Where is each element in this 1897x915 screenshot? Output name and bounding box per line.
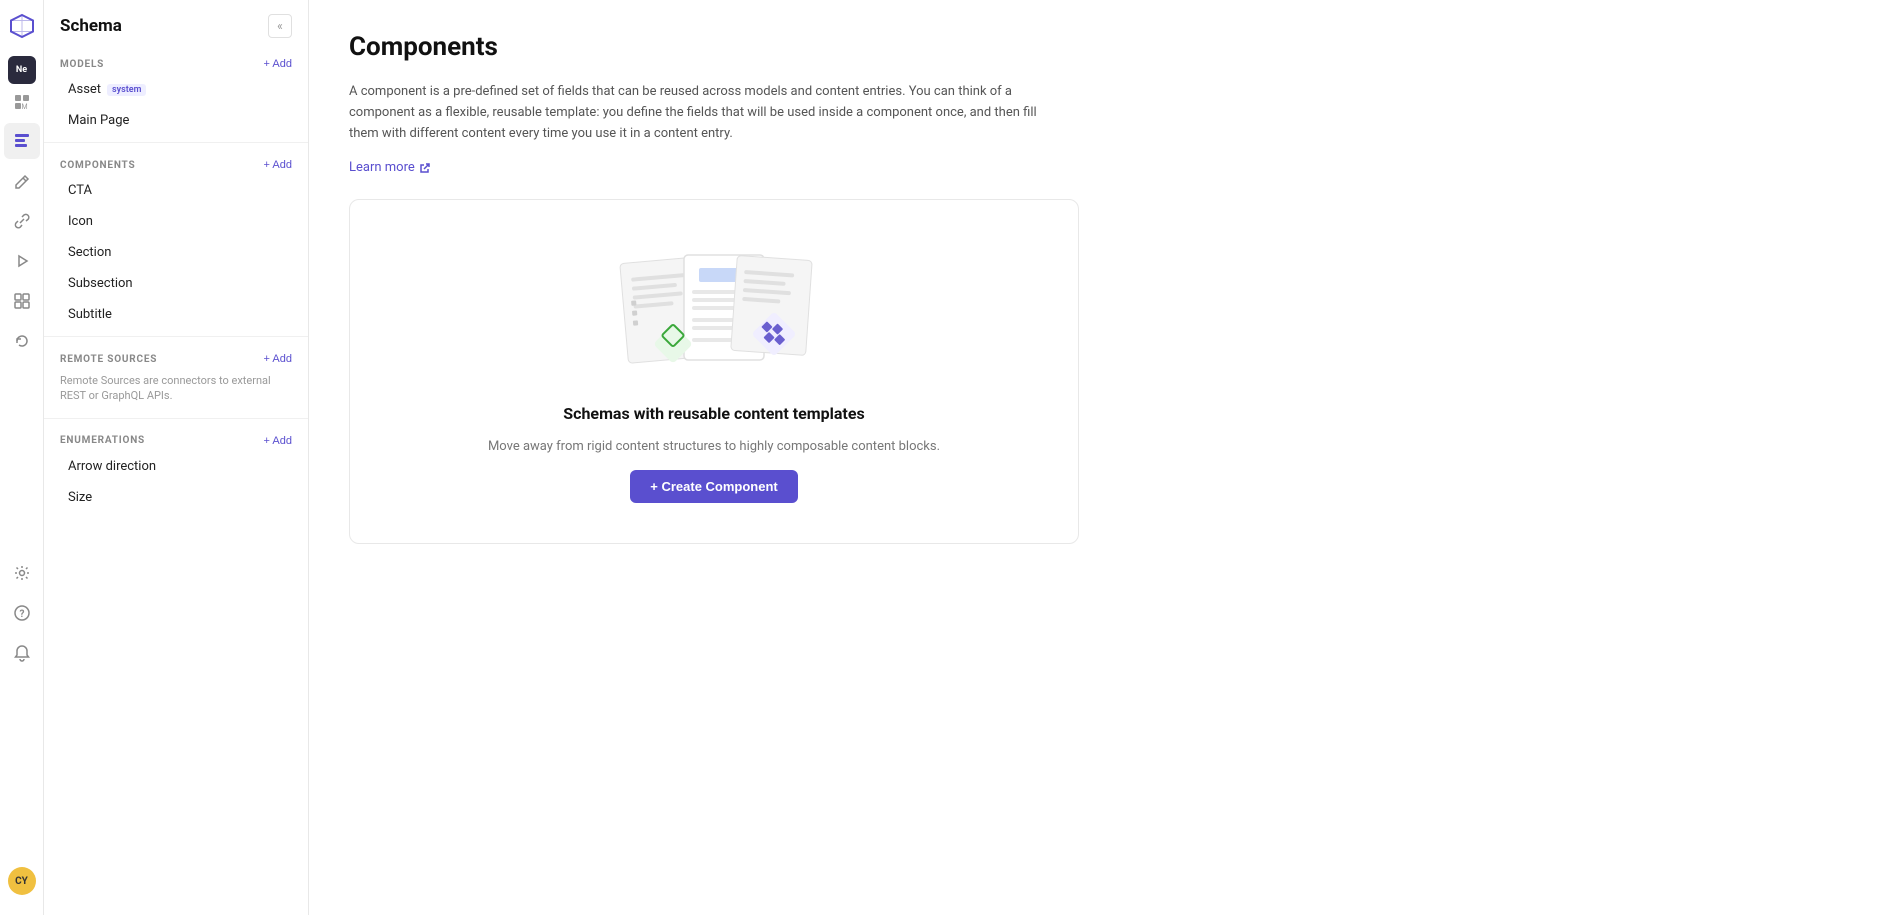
add-component-button[interactable]: + Add	[264, 159, 292, 171]
page-title: Components	[349, 32, 1857, 62]
sidebar-item-size[interactable]: Size	[52, 483, 300, 512]
remote-sources-label: REMOTE SOURCES	[60, 354, 157, 365]
remote-sources-section-header: REMOTE SOURCES + Add	[44, 343, 308, 369]
add-model-button[interactable]: + Add	[264, 58, 292, 70]
sidebar-item-arrow-direction[interactable]: Arrow direction	[52, 452, 300, 481]
grid-icon[interactable]	[4, 283, 40, 319]
components-section-header: COMPONENTS + Add	[44, 149, 308, 175]
settings-icon[interactable]	[4, 555, 40, 591]
sidebar-item-asset[interactable]: Asset system	[52, 75, 300, 104]
notification-icon[interactable]	[4, 635, 40, 671]
help-icon[interactable]: ?	[4, 595, 40, 631]
icon-rail: Ne M ? CY	[0, 0, 44, 915]
sidebar-item-cta[interactable]: CTA	[52, 176, 300, 205]
add-remote-source-button[interactable]: + Add	[264, 353, 292, 365]
sidebar-item-subtitle[interactable]: Subtitle	[52, 300, 300, 329]
promo-heading: Schemas with reusable content templates	[563, 404, 864, 423]
loop-icon[interactable]	[4, 323, 40, 359]
learn-more-link[interactable]: Learn more	[349, 160, 431, 175]
add-enumeration-button[interactable]: + Add	[264, 435, 292, 447]
schema-icon[interactable]	[4, 123, 40, 159]
components-label: COMPONENTS	[60, 160, 135, 171]
logo	[8, 12, 36, 44]
link-icon[interactable]	[4, 203, 40, 239]
promo-illustration	[604, 240, 824, 380]
edit-icon[interactable]	[4, 163, 40, 199]
external-link-icon	[419, 162, 431, 174]
description-text: A component is a pre-defined set of fiel…	[349, 82, 1069, 144]
sidebar-item-icon[interactable]: Icon	[52, 207, 300, 236]
enumerations-label: ENUMERATIONS	[60, 435, 145, 446]
svg-text:M: M	[21, 103, 27, 111]
sidebar-item-main-page[interactable]: Main Page	[52, 106, 300, 135]
sidebar-title: Schema	[60, 16, 122, 36]
models-label: MODELS	[60, 59, 104, 70]
create-component-button[interactable]: + Create Component	[630, 470, 798, 503]
sidebar: Schema « MODELS + Add Asset system Main …	[44, 0, 309, 915]
promo-subtext: Move away from rigid content structures …	[488, 439, 940, 454]
system-tag: system	[107, 84, 146, 96]
user-avatar[interactable]: CY	[8, 867, 36, 895]
play-icon[interactable]	[4, 243, 40, 279]
collapse-button[interactable]: «	[268, 14, 292, 38]
sidebar-item-subsection[interactable]: Subsection	[52, 269, 300, 298]
model-shortcut[interactable]: M	[12, 92, 32, 115]
main-content: Components A component is a pre-defined …	[309, 0, 1897, 915]
remote-sources-description: Remote Sources are connectors to externa…	[44, 369, 308, 412]
svg-text:?: ?	[19, 609, 24, 620]
models-section-header: MODELS + Add	[44, 48, 308, 74]
promo-card: Schemas with reusable content templates …	[349, 199, 1079, 544]
sidebar-item-section[interactable]: Section	[52, 238, 300, 267]
sidebar-header: Schema «	[44, 0, 308, 48]
enumerations-section-header: ENUMERATIONS + Add	[44, 425, 308, 451]
avatar-ne[interactable]: Ne	[8, 56, 36, 84]
